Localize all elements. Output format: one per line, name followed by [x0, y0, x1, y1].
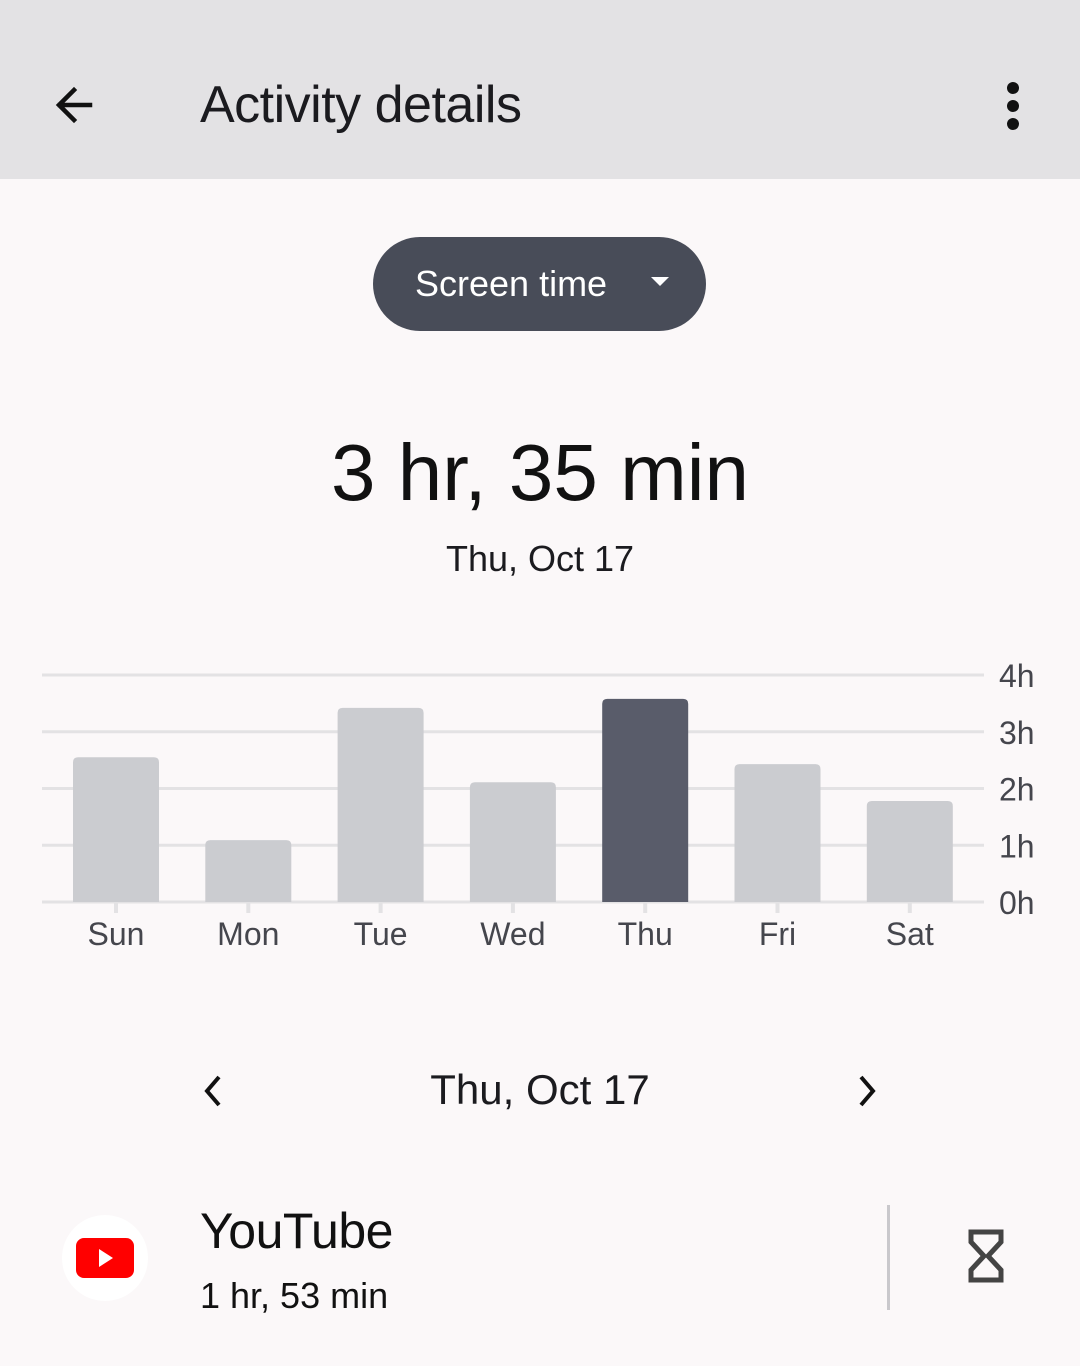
- chevron-right-icon: [859, 1075, 876, 1107]
- x-tick-label: Wed: [480, 916, 545, 952]
- hourglass-timer-icon: [968, 1229, 1004, 1283]
- more-vert-icon: [1007, 82, 1019, 130]
- total-screen-time: 3 hr, 35 min: [330, 428, 749, 517]
- chart-bar[interactable]: [337, 707, 424, 902]
- dropdown-caret-icon: [651, 277, 669, 286]
- summary-date: Thu, Oct 17: [445, 538, 635, 579]
- app-usage-time: 1 hr, 53 min: [200, 1275, 389, 1316]
- vertical-divider: [887, 1205, 890, 1310]
- x-tick-label: Sat: [886, 916, 934, 952]
- x-tick-label: Thu: [618, 916, 673, 952]
- chart-bar[interactable]: [469, 782, 556, 902]
- x-tick-label: Fri: [759, 916, 796, 952]
- back-button[interactable]: [42, 72, 106, 138]
- x-tick-label: Tue: [354, 916, 408, 952]
- app-bar: Activity details: [0, 0, 1080, 179]
- y-tick-label: 3h: [999, 715, 1035, 751]
- arrow-back-icon: [55, 86, 93, 124]
- chart-bar[interactable]: [602, 698, 689, 902]
- day-navigator: Thu, Oct 17: [0, 1055, 1080, 1125]
- app-timer-button[interactable]: [950, 1220, 1022, 1292]
- chart-bar[interactable]: [866, 800, 953, 902]
- metric-selector-dropdown[interactable]: Screen time: [373, 237, 706, 331]
- chart-bar[interactable]: [205, 840, 292, 902]
- chart-bar[interactable]: [73, 757, 159, 902]
- y-tick-label: 0h: [999, 885, 1035, 921]
- app-usage-row[interactable]: YouTube 1 hr, 53 min: [0, 1190, 1080, 1340]
- next-day-button[interactable]: [838, 1063, 894, 1119]
- y-tick-label: 2h: [999, 772, 1035, 808]
- x-tick-label: Mon: [217, 916, 279, 952]
- app-icon: [62, 1215, 148, 1301]
- youtube-icon: [76, 1238, 134, 1278]
- chart-bar[interactable]: [734, 764, 821, 902]
- selected-day-label: Thu, Oct 17: [430, 1066, 650, 1113]
- weekly-screen-time-chart: 0h 1h 2h 3h 4h Sun Mon Tue Wed Thu Fri Sat: [42, 658, 1035, 952]
- y-tick-label: 1h: [999, 828, 1035, 864]
- metric-selector-label: Screen time: [415, 263, 608, 304]
- page-title: Activity details: [200, 76, 522, 134]
- more-options-button[interactable]: [986, 74, 1040, 138]
- app-name: YouTube: [200, 1203, 393, 1259]
- x-tick-label: Sun: [88, 916, 145, 952]
- y-tick-label: 4h: [999, 658, 1035, 694]
